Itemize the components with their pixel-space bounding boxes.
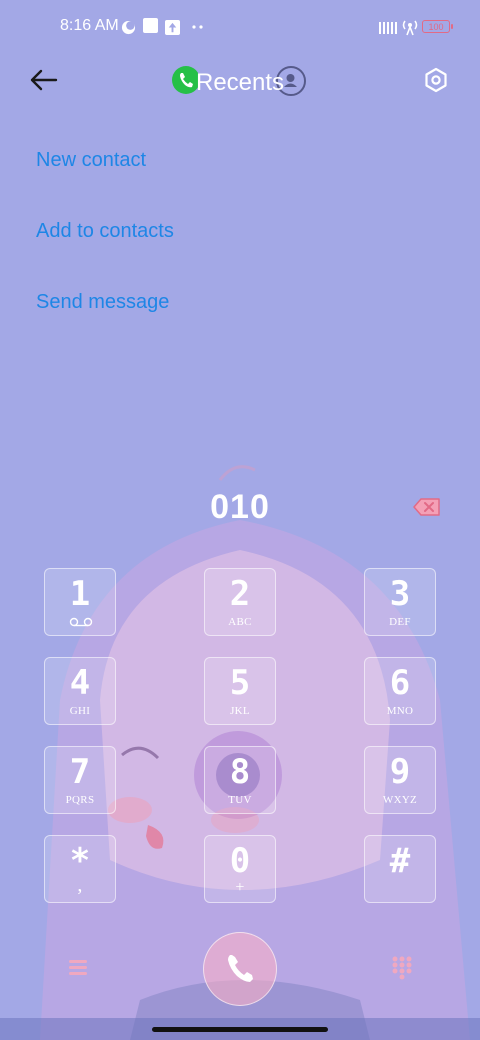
key-hash[interactable]: # (364, 835, 436, 903)
list-menu-icon (69, 960, 87, 975)
quick-actions-menu: New contact Add to contacts Send message (36, 146, 174, 359)
battery-icon: 100 (422, 20, 453, 33)
dialed-number: 010 (210, 488, 270, 526)
key-7[interactable]: 7 PQRS (44, 746, 116, 814)
new-contact-link[interactable]: New contact (36, 146, 174, 217)
key-digit: 6 (389, 663, 411, 703)
backspace-button[interactable] (412, 495, 442, 519)
menu-button[interactable] (66, 956, 90, 978)
upload-icon (165, 18, 180, 36)
moon-icon (121, 18, 136, 36)
key-digit: 7 (69, 752, 91, 792)
key-digit: 0 (229, 841, 251, 881)
key-digit: 5 (229, 663, 251, 703)
key-digit: # (389, 841, 411, 881)
signal-icon (379, 18, 397, 36)
key-letters: PQRS (65, 794, 95, 806)
page-title: Recents (196, 69, 285, 96)
key-9[interactable]: 9 WXYZ (364, 746, 436, 814)
key-digit: 9 (389, 752, 411, 792)
status-time: 8:16 AM (60, 17, 119, 34)
home-indicator[interactable] (152, 1027, 328, 1032)
key-3[interactable]: 3 DEF (364, 568, 436, 636)
phone-icon (228, 955, 253, 982)
key-digit: 8 (229, 752, 251, 792)
settings-button[interactable] (418, 62, 454, 98)
key-digit: 3 (389, 574, 411, 614)
key-letters: + (235, 879, 245, 896)
key-letters: JKL (230, 705, 250, 717)
call-button[interactable] (203, 932, 277, 1006)
key-5[interactable]: 5 JKL (204, 657, 276, 725)
key-6[interactable]: 6 MNO (364, 657, 436, 725)
key-digit: 2 (229, 574, 251, 614)
status-bar: 8:16 AM 100 (0, 0, 480, 56)
send-message-link[interactable]: Send message (36, 288, 174, 359)
voicemail-icon (69, 617, 93, 627)
key-0[interactable]: 0 + (204, 835, 276, 903)
add-to-contacts-link[interactable]: Add to contacts (36, 217, 174, 288)
dialpad-toggle-button[interactable] (390, 954, 414, 980)
app-header: Recents (0, 56, 480, 104)
key-digit: 4 (69, 663, 91, 703)
key-letters: TUV (228, 794, 252, 806)
settings-hexagon-icon (425, 67, 447, 93)
key-letters: DEF (389, 616, 411, 628)
key-letters: WXYZ (382, 794, 418, 806)
key-letters: MNO (386, 705, 414, 717)
key-8[interactable]: 8 TUV (204, 746, 276, 814)
key-letters: , (77, 874, 83, 896)
hotspot-icon (402, 18, 418, 36)
key-letters: GHI (69, 705, 91, 717)
title-area: Recents (170, 62, 310, 98)
arrow-left-icon (30, 69, 58, 91)
key-2[interactable]: 2 ABC (204, 568, 276, 636)
app-notification-icon (143, 18, 158, 33)
more-dots-icon (190, 18, 206, 36)
back-button[interactable] (24, 62, 64, 98)
dialpad-icon (392, 956, 412, 980)
key-star[interactable]: * , (44, 835, 116, 903)
key-4[interactable]: 4 GHI (44, 657, 116, 725)
backspace-icon (413, 498, 440, 516)
key-digit: 1 (69, 574, 91, 614)
key-1[interactable]: 1 (44, 568, 116, 636)
key-letters: ABC (228, 616, 252, 628)
